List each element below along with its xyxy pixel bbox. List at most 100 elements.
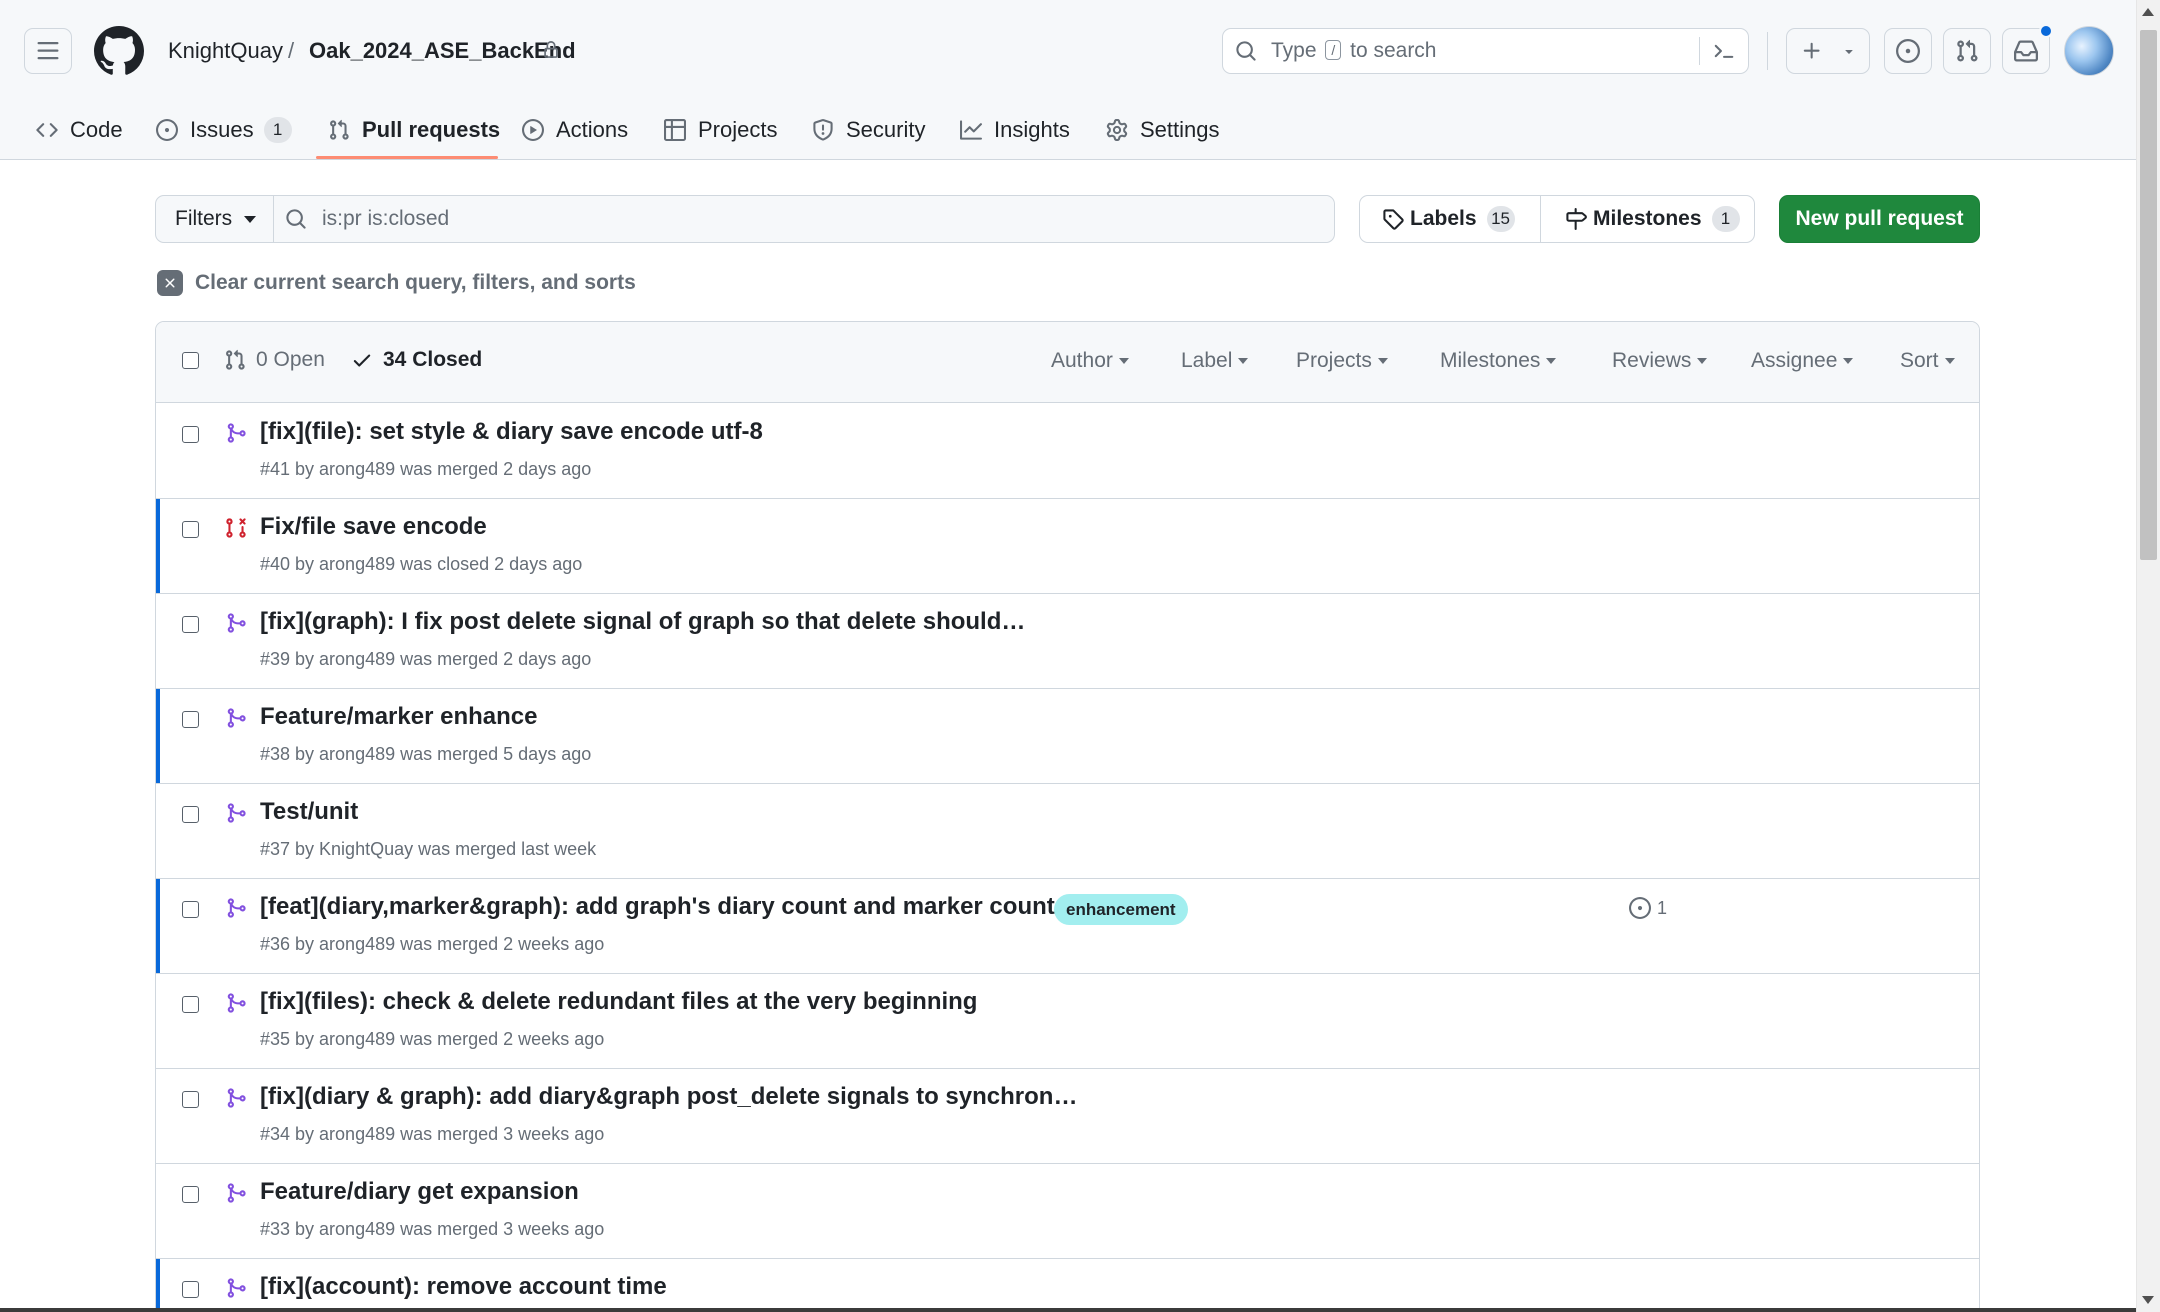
pull-request-row: [fix](graph): I fix post delete signal o…: [156, 594, 1979, 689]
pull-request-row: [fix](files): check & delete redundant f…: [156, 974, 1979, 1069]
git-merge-icon: [227, 993, 246, 1013]
pr-title-link[interactable]: Fix/file save encode: [260, 513, 487, 541]
create-new-button[interactable]: [1786, 28, 1870, 74]
tab-actions-label: Actions: [556, 117, 629, 142]
label-filter-label: Label: [1181, 349, 1233, 372]
row-checkbox[interactable]: [182, 1281, 199, 1298]
closed-filter-link[interactable]: 34 Closed: [351, 348, 482, 372]
tab-settings[interactable]: Settings: [1106, 108, 1220, 152]
tab-issues[interactable]: Issues 1: [156, 108, 292, 152]
git-pull-request-icon: [330, 119, 349, 140]
row-checkbox[interactable]: [182, 901, 199, 918]
new-pull-request-button[interactable]: New pull request: [1779, 195, 1980, 243]
tab-settings-label: Settings: [1140, 117, 1220, 142]
menu-button[interactable]: [24, 28, 72, 74]
git-merge-icon: [227, 1278, 246, 1298]
milestones-filter[interactable]: Milestones: [1440, 349, 1557, 373]
pr-meta: #38 by arong489 was merged 5 days ago: [260, 744, 592, 764]
pr-title-link[interactable]: [fix](file): set style & diary save enco…: [260, 418, 763, 446]
pr-title-link[interactable]: [feat](diary,marker&graph): add graph's …: [260, 893, 1087, 921]
play-icon: [522, 119, 544, 141]
projects-filter[interactable]: Projects: [1296, 349, 1388, 373]
row-checkbox[interactable]: [182, 521, 199, 538]
pr-title-link[interactable]: Test/unit: [260, 798, 358, 826]
git-merge-icon: [227, 423, 246, 443]
milestone-icon: [1566, 208, 1587, 230]
repo-owner-link[interactable]: KnightQuay: [168, 36, 283, 66]
labels-milestones-divider: [1540, 196, 1541, 242]
tab-actions[interactable]: Actions: [522, 108, 628, 152]
pull-requests-shortcut-button[interactable]: [1943, 28, 1991, 74]
open-count-label: 0 Open: [256, 348, 325, 371]
tab-code[interactable]: Code: [36, 108, 123, 152]
row-checkbox[interactable]: [182, 426, 199, 443]
pr-meta: #36 by arong489 was merged 2 weeks ago: [260, 934, 605, 954]
pr-title-link[interactable]: [fix](diary & graph): add diary&graph po…: [260, 1083, 1077, 1111]
pull-request-row: Feature/diary get expansion #33 by arong…: [156, 1164, 1979, 1259]
triangle-down-icon: [1845, 50, 1853, 54]
row-checkbox[interactable]: [182, 1091, 199, 1108]
filter-query-input[interactable]: is:pr is:closed: [274, 196, 1334, 242]
tab-projects[interactable]: Projects: [664, 108, 777, 152]
row-checkbox[interactable]: [182, 616, 199, 633]
tab-pull-requests[interactable]: Pull requests: [328, 108, 500, 152]
clear-filters-link[interactable]: Clear current search query, filters, and…: [157, 270, 636, 296]
pull-request-row: Feature/marker enhance #38 by arong489 w…: [156, 689, 1979, 784]
repo-name-link[interactable]: Oak_2024_ASE_BackEnd: [309, 36, 576, 66]
pr-meta: #33 by arong489 was merged 3 weeks ago: [260, 1219, 605, 1239]
milestones-button[interactable]: Milestones 1: [1565, 196, 1740, 242]
labels-button[interactable]: Labels 15: [1382, 196, 1515, 242]
assignee-filter[interactable]: Assignee: [1751, 349, 1854, 373]
git-pull-request-icon: [226, 349, 245, 370]
git-merge-icon: [227, 898, 246, 918]
global-search-input[interactable]: Type / to search: [1222, 28, 1749, 74]
filters-dropdown-button[interactable]: Filters: [156, 196, 274, 242]
git-merge-icon: [227, 1183, 246, 1203]
author-filter-label: Author: [1051, 349, 1113, 372]
pull-request-row: Test/unit #37 by KnightQuay was merged l…: [156, 784, 1979, 879]
github-logo-icon[interactable]: [94, 26, 144, 76]
git-merge-icon: [227, 803, 246, 823]
open-filter-link[interactable]: 0 Open: [224, 348, 325, 372]
pr-title-link[interactable]: [fix](account): remove account time: [260, 1273, 667, 1301]
scroll-down-arrow-icon[interactable]: [2142, 1296, 2154, 1304]
command-palette-icon[interactable]: [1711, 40, 1735, 62]
caret-down-icon: [1843, 358, 1854, 364]
tab-insights[interactable]: Insights: [960, 108, 1070, 152]
pr-meta: #34 by arong489 was merged 3 weeks ago: [260, 1124, 605, 1144]
reviews-filter-label: Reviews: [1612, 349, 1692, 372]
user-avatar[interactable]: [2064, 26, 2114, 76]
issues-shortcut-button[interactable]: [1884, 28, 1932, 74]
row-checkbox[interactable]: [182, 806, 199, 823]
tab-insights-label: Insights: [994, 117, 1070, 142]
breadcrumb-separator: /: [288, 38, 295, 63]
reviews-filter[interactable]: Reviews: [1612, 349, 1708, 373]
git-merge-icon: [227, 1088, 246, 1108]
pr-meta: #35 by arong489 was merged 2 weeks ago: [260, 1029, 605, 1049]
hamburger-icon: [37, 42, 59, 60]
pr-title-link[interactable]: [fix](files): check & delete redundant f…: [260, 988, 977, 1016]
row-checkbox[interactable]: [182, 711, 199, 728]
pr-title-link[interactable]: Feature/diary get expansion: [260, 1178, 579, 1206]
pr-title-link[interactable]: Feature/marker enhance: [260, 703, 537, 731]
search-placeholder-prefix: Type: [1271, 39, 1317, 62]
lock-icon: [544, 41, 558, 58]
label-enhancement[interactable]: enhancement: [1054, 894, 1188, 925]
scrollbar-thumb[interactable]: [2140, 30, 2157, 560]
row-checkbox[interactable]: [182, 996, 199, 1013]
sort-dropdown[interactable]: Sort: [1900, 349, 1955, 373]
pr-meta: #40 by arong489 was closed 2 days ago: [260, 554, 583, 574]
tab-pull-requests-label: Pull requests: [362, 117, 501, 142]
linked-issues-link[interactable]: 1: [1629, 897, 1667, 919]
pr-title-link[interactable]: [fix](graph): I fix post delete signal o…: [260, 608, 1025, 636]
scroll-up-arrow-icon[interactable]: [2142, 8, 2154, 16]
select-all-checkbox[interactable]: [182, 352, 199, 369]
tab-security[interactable]: Security: [812, 108, 925, 152]
label-filter[interactable]: Label: [1181, 349, 1249, 373]
caret-down-icon: [1944, 358, 1955, 364]
filter-bar: Filters is:pr is:closed: [155, 195, 1335, 243]
row-checkbox[interactable]: [182, 1186, 199, 1203]
author-filter[interactable]: Author: [1051, 349, 1129, 373]
pr-meta: #37 by KnightQuay was merged last week: [260, 839, 597, 859]
issues-counter: 1: [263, 117, 292, 143]
